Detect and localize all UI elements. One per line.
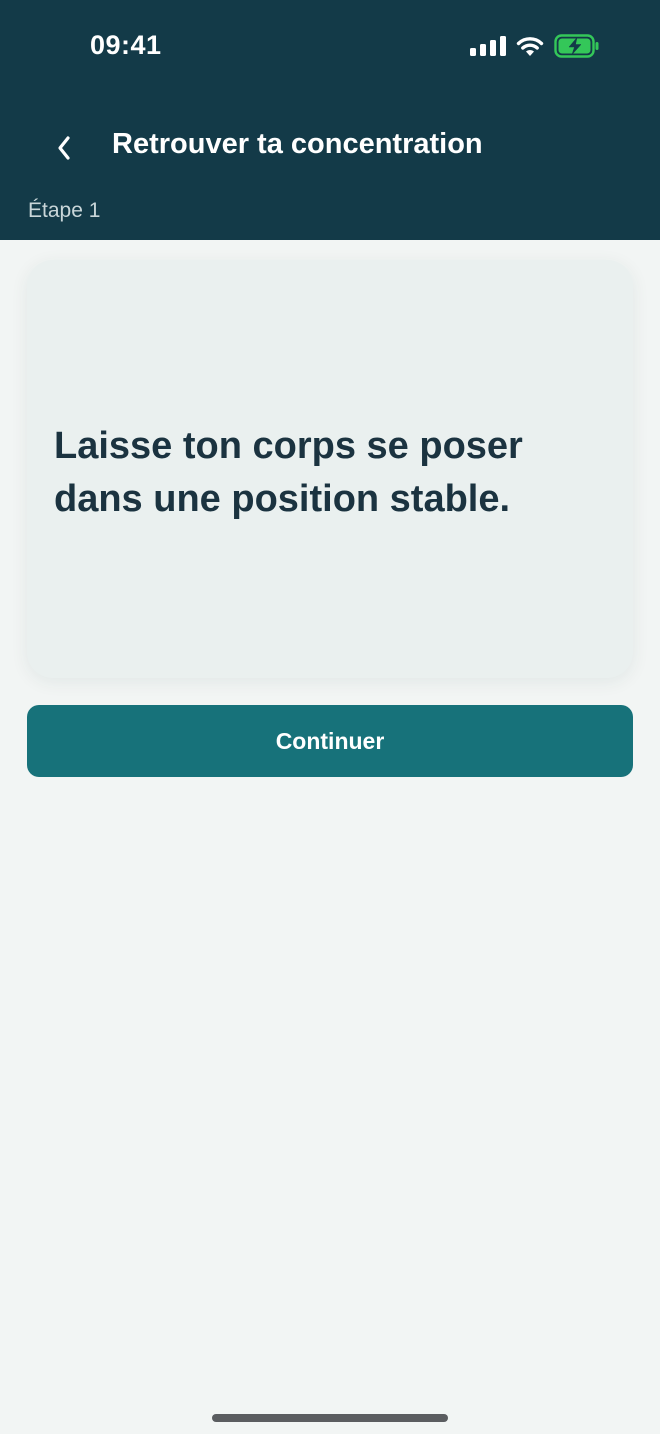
- wifi-icon: [516, 35, 544, 57]
- page-title: Retrouver ta concentration: [112, 128, 483, 160]
- step-label: Étape 1: [28, 199, 101, 222]
- status-icons: [470, 34, 600, 58]
- continue-button[interactable]: Continuer: [27, 705, 633, 777]
- header: 09:41 Retrouver ta concentration Étape 1: [0, 0, 660, 240]
- status-time: 09:41: [90, 30, 162, 60]
- instruction-text: Laisse ton corps se poser dans une posit…: [54, 425, 523, 520]
- battery-charging-icon: [554, 34, 600, 58]
- chevron-left-icon[interactable]: [44, 126, 84, 170]
- instruction-card: Laisse ton corps se poser dans une posit…: [27, 260, 633, 678]
- signal-icon: [470, 36, 506, 56]
- home-indicator: [212, 1414, 448, 1422]
